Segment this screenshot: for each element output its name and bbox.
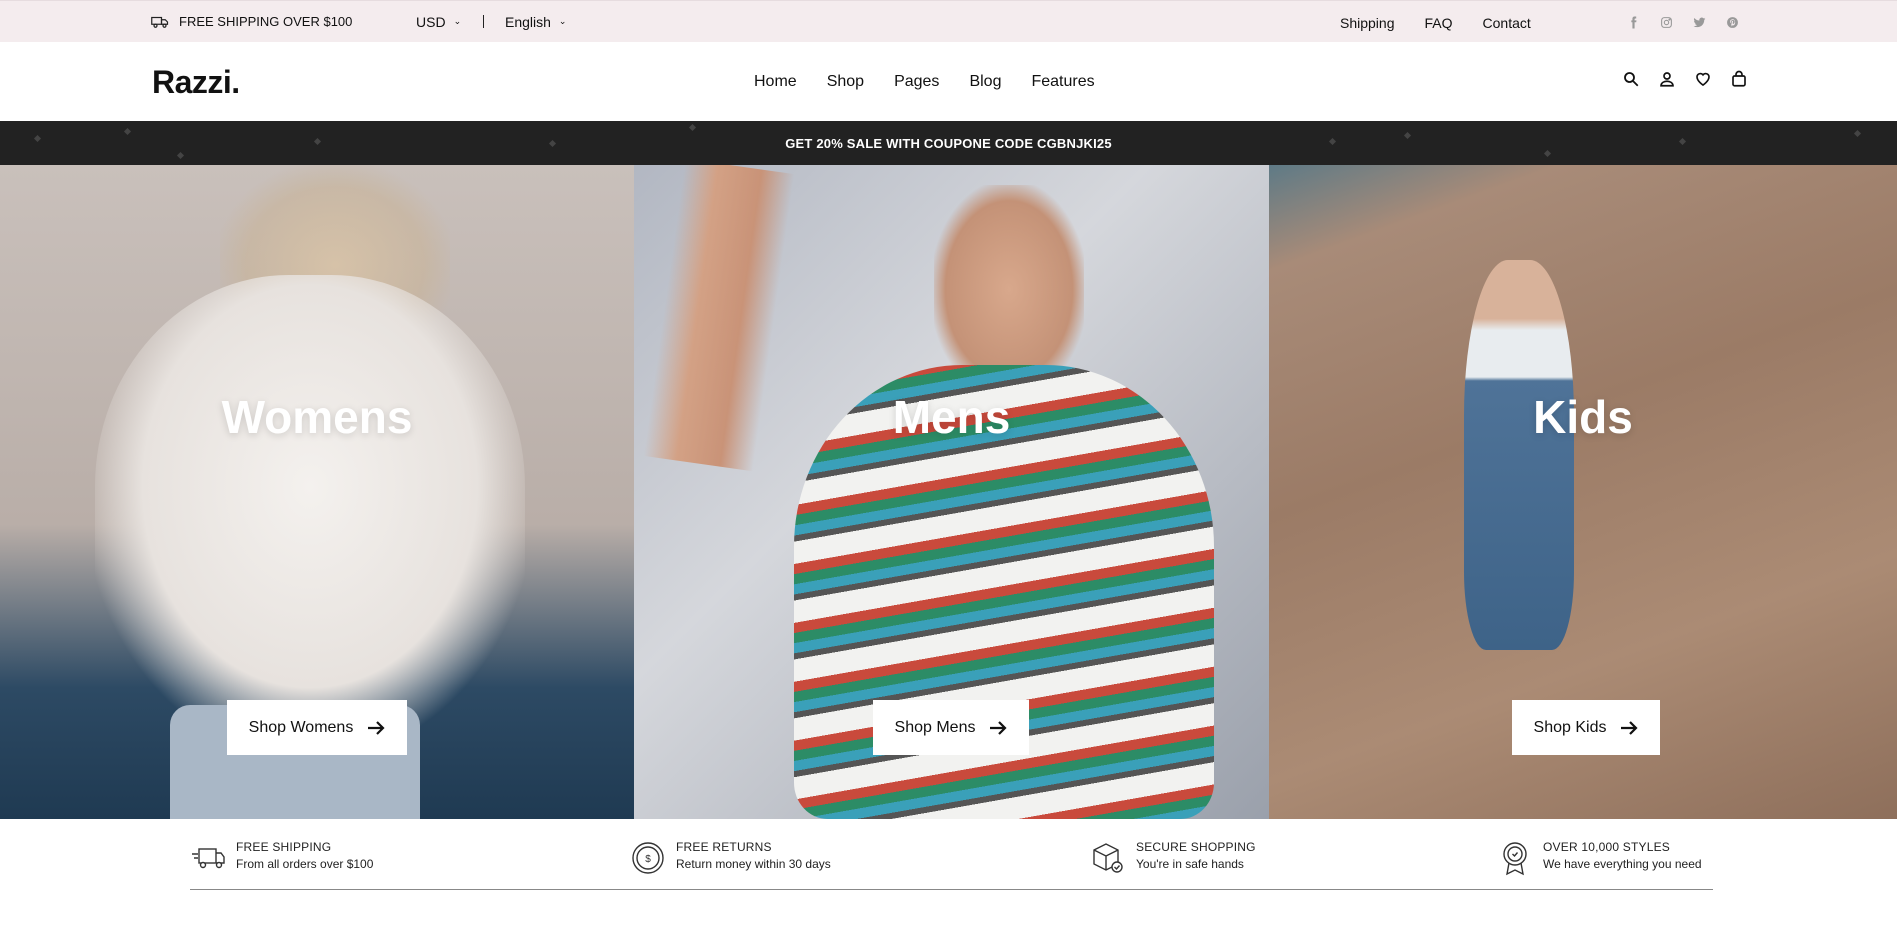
category-panel-kids[interactable]: Kids Shop Kids [1269,165,1897,819]
category-panel-womens[interactable]: Womens Shop Womens [0,165,634,819]
coin-icon: $ [632,842,664,874]
arrow-right-icon [990,720,1008,735]
feature-desc: You're in safe hands [1136,857,1244,871]
bag-icon[interactable] [1730,69,1748,89]
top-bar: FREE SHIPPING OVER $100 USD ⌄ English ⌄ … [0,0,1897,42]
button-label: Shop Kids [1533,718,1607,736]
logo[interactable]: Razzi. [152,64,240,101]
nav-features[interactable]: Features [1031,73,1094,91]
header-icons [1622,69,1748,89]
nav-blog[interactable]: Blog [969,73,1001,91]
main-header: Razzi. Home Shop Pages Blog Features [0,42,1897,121]
feature-styles: OVER 10,000 STYLES We have everything yo… [1497,839,1702,876]
category-hero: Womens Shop Womens Mens Shop Mens Kids S… [0,165,1897,819]
chevron-down-icon: ⌄ [453,15,462,26]
promo-text: GET 20% SALE WITH COUPONE CODE CGBNJKI25 [785,135,1112,151]
shop-kids-button[interactable]: Shop Kids [1512,700,1660,755]
feature-free-shipping: FREE SHIPPING From all orders over $100 [190,839,373,876]
nav-pages[interactable]: Pages [894,73,939,91]
currency-value: USD [416,14,446,30]
feature-free-returns: $ FREE RETURNS Return money within 30 da… [630,839,831,876]
feature-title: OVER 10,000 STYLES [1543,840,1670,854]
badge-icon [1503,842,1527,876]
top-links: Shipping FAQ Contact [1340,15,1531,31]
panel-title: Mens [892,391,1011,443]
panel-title: Womens [221,391,413,443]
womens-photo [95,275,525,745]
feature-secure-shopping: SECURE SHOPPING You're in safe hands [1090,839,1256,876]
user-icon[interactable] [1658,69,1676,89]
button-label: Shop Womens [248,718,354,736]
instagram-icon[interactable] [1658,14,1674,30]
language-value: English [505,14,551,30]
panel-title: Kids [1533,391,1633,443]
features-bar: FREE SHIPPING From all orders over $100 … [0,819,1897,949]
arrow-right-icon [1621,720,1639,735]
truck-icon [151,16,169,28]
facebook-icon[interactable] [1625,14,1641,30]
language-selector[interactable]: English ⌄ [505,14,566,30]
heart-icon[interactable] [1694,69,1712,89]
divider [483,15,484,28]
shop-womens-button[interactable]: Shop Womens [227,700,407,755]
feature-title: SECURE SHOPPING [1136,840,1256,854]
divider [190,889,1713,890]
feature-title: FREE SHIPPING [236,840,332,854]
chevron-down-icon: ⌄ [558,15,567,26]
shipping-text: FREE SHIPPING OVER $100 [179,14,353,29]
feature-desc: We have everything you need [1543,857,1702,871]
main-nav: Home Shop Pages Blog Features [754,73,1095,91]
feature-title: FREE RETURNS [676,840,772,854]
link-faq[interactable]: FAQ [1425,15,1453,31]
category-panel-mens[interactable]: Mens Shop Mens [634,165,1269,819]
link-contact[interactable]: Contact [1483,15,1531,31]
kids-photo [1464,260,1574,650]
twitter-icon[interactable] [1691,14,1707,30]
social-links [1625,14,1740,30]
promo-banner: GET 20% SALE WITH COUPONE CODE CGBNJKI25 [0,121,1897,165]
search-icon[interactable] [1622,69,1640,89]
link-shipping[interactable]: Shipping [1340,15,1395,31]
nav-shop[interactable]: Shop [827,73,864,91]
arrow-right-icon [368,720,385,735]
shop-mens-button[interactable]: Shop Mens [873,700,1029,755]
nav-home[interactable]: Home [754,73,797,91]
button-label: Shop Mens [894,718,976,736]
mens-photo-head [934,185,1084,375]
free-shipping-notice: FREE SHIPPING OVER $100 [151,14,352,29]
feature-desc: From all orders over $100 [236,857,374,871]
currency-selector[interactable]: USD ⌄ [416,14,461,30]
pinterest-icon[interactable] [1724,14,1740,30]
svg-text:$: $ [645,854,651,865]
feature-desc: Return money within 30 days [676,857,831,871]
secure-box-icon [1093,843,1123,873]
truck-icon [192,848,225,869]
